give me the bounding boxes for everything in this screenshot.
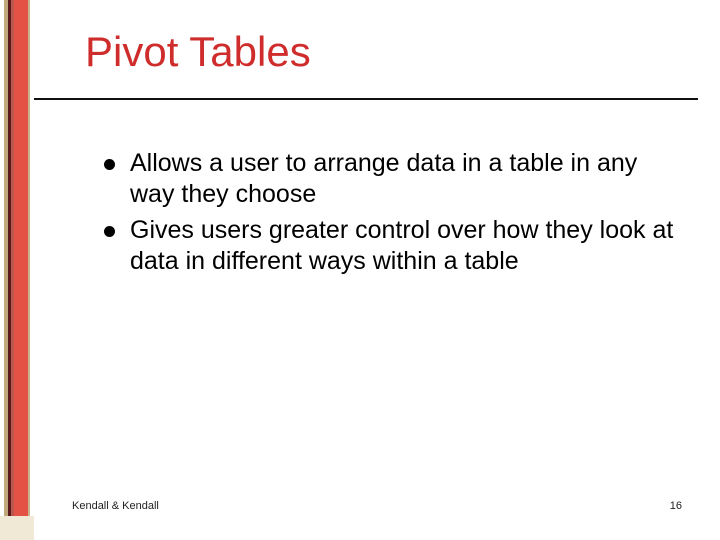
bullet-text: Allows a user to arrange data in a table… [130, 149, 637, 208]
slide-content: Allows a user to arrange data in a table… [104, 148, 680, 281]
bullet-icon [104, 226, 115, 237]
slide-title: Pivot Tables [85, 28, 311, 76]
left-accent-stripe [0, 0, 34, 540]
stripe-bar [28, 0, 30, 540]
bullet-icon [104, 159, 115, 170]
footer-author: Kendall & Kendall [72, 500, 159, 512]
bullet-item: Allows a user to arrange data in a table… [104, 148, 680, 211]
slide: Pivot Tables Allows a user to arrange da… [0, 0, 720, 540]
title-underline [34, 98, 698, 100]
bullet-text: Gives users greater control over how the… [130, 216, 673, 275]
stripe-bar [14, 0, 28, 540]
footer-page-number: 16 [670, 500, 682, 512]
bullet-item: Gives users greater control over how the… [104, 215, 680, 278]
stripe-bottom-cap [0, 516, 34, 540]
